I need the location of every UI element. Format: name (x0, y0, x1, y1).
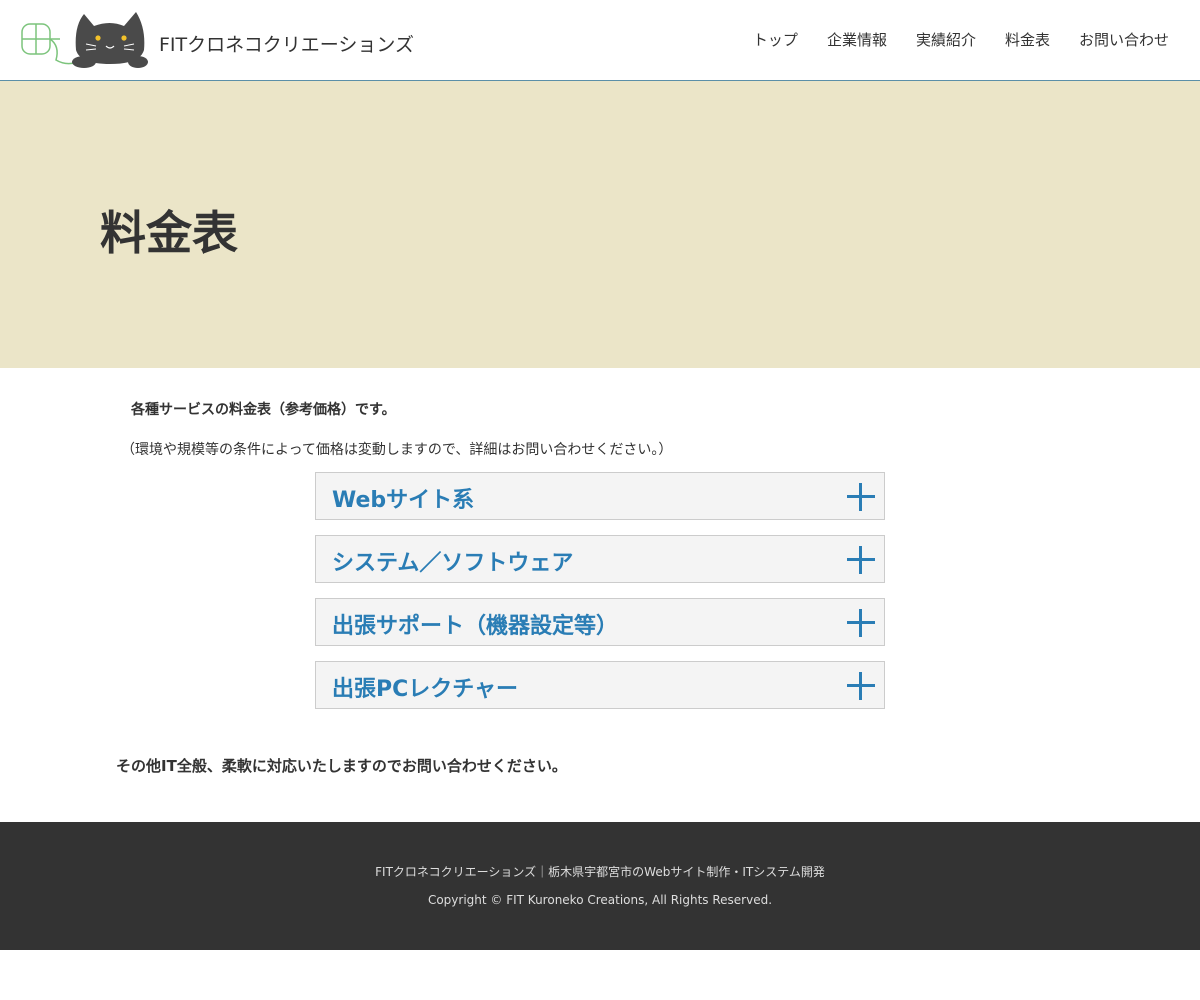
accordion-item-web[interactable]: Webサイト系 (315, 472, 885, 520)
site-header: FITクロネコクリエーションズ トップ 企業情報 実績紹介 料金表 お問い合わせ (0, 0, 1200, 81)
page-title: 料金表 (100, 206, 238, 260)
site-title-link[interactable]: FITクロネコクリエーションズ (159, 30, 414, 57)
accordion-label: 出張サポート（機器設定等） (332, 614, 619, 639)
accordion-item-onsite-support[interactable]: 出張サポート（機器設定等） (315, 598, 885, 646)
accordion-label: 出張PCレクチャー (332, 677, 519, 702)
footer-description: FITクロネコクリエーションズ｜栃木県宇都宮市のWebサイト制作・ITシステム開… (375, 865, 825, 879)
pricing-accordion: Webサイト系 システム／ソフトウェア 出張サポート（機器設定等） 出張PCレク… (315, 472, 885, 724)
plus-icon[interactable] (847, 609, 875, 637)
plus-icon[interactable] (847, 546, 875, 574)
closing-text: その他IT全般、柔軟に対応いたしますのでお問い合わせください。 (116, 757, 567, 775)
cat-logo-icon[interactable] (20, 6, 152, 72)
accordion-label: Webサイト系 (332, 488, 475, 513)
intro-text: 各種サービスの料金表（参考価格）です。 (131, 402, 396, 418)
plus-icon[interactable] (847, 483, 875, 511)
copyright-text: Copyright © FIT Kuroneko Creations, All … (427, 893, 773, 907)
accordion-item-pc-lecture[interactable]: 出張PCレクチャー (315, 661, 885, 709)
plus-icon[interactable] (847, 672, 875, 700)
site-footer: FITクロネコクリエーションズ｜栃木県宇都宮市のWebサイト制作・ITシステム開… (0, 822, 1200, 950)
intro-note: （環境や規模等の条件によって価格は変動しますので、詳細はお問い合わせください。） (121, 442, 673, 458)
nav-item-contact[interactable]: お問い合わせ (1079, 29, 1169, 50)
page-hero: 料金表 (0, 81, 1200, 368)
accordion-item-system[interactable]: システム／ソフトウェア (315, 535, 885, 583)
nav-item-company[interactable]: 企業情報 (827, 29, 887, 50)
nav-item-top[interactable]: トップ (753, 29, 798, 50)
nav-item-pricing[interactable]: 料金表 (1005, 29, 1050, 50)
accordion-label: システム／ソフトウェア (332, 551, 574, 576)
main-nav: トップ 企業情報 実績紹介 料金表 お問い合わせ (753, 29, 1169, 50)
nav-item-works[interactable]: 実績紹介 (916, 29, 976, 50)
